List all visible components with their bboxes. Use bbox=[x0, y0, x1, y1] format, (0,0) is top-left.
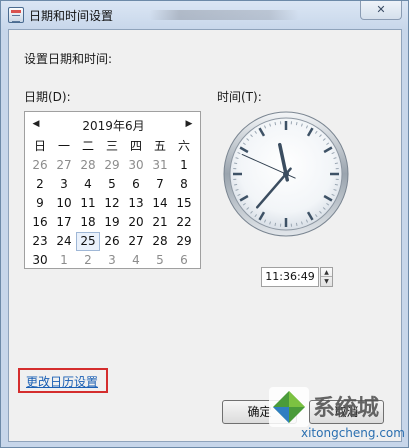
calendar: ◀ 2019年6月 ▶ 日一二三四五六 26 27 28 29 30 31 1 2 3 4 5 6 7 8 9… bbox=[24, 111, 201, 269]
cancel-button[interactable]: 取消 bbox=[309, 400, 384, 424]
calendar-day[interactable]: 13 bbox=[124, 194, 148, 213]
calendar-day[interactable]: 26 bbox=[100, 232, 124, 251]
calendar-day[interactable]: 31 bbox=[148, 156, 172, 175]
calendar-day[interactable]: 29 bbox=[100, 156, 124, 175]
date-label: 日期(D): bbox=[24, 90, 71, 104]
weekday-header: 三 bbox=[105, 139, 118, 153]
calendar-day[interactable]: 17 bbox=[52, 213, 76, 232]
calendar-day[interactable]: 9 bbox=[28, 194, 52, 213]
calendar-day[interactable]: 27 bbox=[124, 232, 148, 251]
blurred-title-text bbox=[149, 10, 299, 20]
calendar-day[interactable]: 21 bbox=[148, 213, 172, 232]
calendar-day[interactable]: 1 bbox=[172, 156, 196, 175]
calendar-icon bbox=[8, 7, 24, 23]
calendar-day[interactable]: 15 bbox=[172, 194, 196, 213]
calendar-day[interactable]: 6 bbox=[124, 175, 148, 194]
time-label: 时间(T): bbox=[217, 90, 262, 104]
calendar-day[interactable]: 28 bbox=[148, 232, 172, 251]
weekday-header: 五 bbox=[153, 139, 166, 153]
ok-button[interactable]: 确定 bbox=[222, 400, 297, 424]
arrow-right-icon: ▶ bbox=[185, 119, 193, 129]
highlight-box: 更改日历设置 bbox=[18, 368, 108, 393]
calendar-day[interactable]: 12 bbox=[100, 194, 124, 213]
clock-center bbox=[283, 171, 289, 177]
time-up-button[interactable]: ▲ bbox=[321, 268, 332, 277]
change-calendar-settings-link[interactable]: 更改日历设置 bbox=[26, 373, 98, 390]
calendar-day[interactable]: 18 bbox=[76, 213, 100, 232]
weekday-header: 日 bbox=[33, 139, 46, 153]
title-bar: 日期和时间设置 ✕ bbox=[1, 1, 408, 29]
close-icon: ✕ bbox=[376, 3, 386, 16]
calendar-day[interactable]: 3 bbox=[52, 175, 76, 194]
calendar-day[interactable]: 27 bbox=[52, 156, 76, 175]
calendar-day[interactable]: 22 bbox=[172, 213, 196, 232]
next-month-button[interactable]: ▶ bbox=[183, 117, 195, 131]
chevron-down-icon: ▼ bbox=[324, 278, 329, 285]
weekday-header: 一 bbox=[57, 139, 70, 153]
page-title: 设置日期和时间: bbox=[24, 52, 113, 66]
time-input[interactable]: 11:36:49 bbox=[261, 267, 319, 287]
weekday-header: 二 bbox=[81, 139, 94, 153]
calendar-day[interactable]: 14 bbox=[148, 194, 172, 213]
clock-minute-mark bbox=[295, 222, 298, 226]
dialog-client-area: 设置日期和时间: 日期(D): 时间(T): ◀ 2019年6月 ▶ 日一二三四… bbox=[8, 29, 402, 442]
calendar-day[interactable]: 11 bbox=[76, 194, 100, 213]
calendar-day[interactable]: 2 bbox=[76, 251, 100, 270]
calendar-day[interactable]: 29 bbox=[172, 232, 196, 251]
calendar-day[interactable]: 8 bbox=[172, 175, 196, 194]
clock-minute-mark bbox=[274, 122, 277, 126]
clock-minute-mark bbox=[234, 162, 238, 165]
date-time-settings-window: 日期和时间设置 ✕ 设置日期和时间: 日期(D): 时间(T): ◀ 2019年… bbox=[0, 0, 409, 448]
time-spinner[interactable]: ▲ ▼ bbox=[320, 267, 333, 287]
clock-minute-mark bbox=[295, 122, 298, 126]
calendar-day[interactable]: 19 bbox=[100, 213, 124, 232]
time-down-button[interactable]: ▼ bbox=[321, 277, 332, 286]
calendar-day[interactable]: 4 bbox=[124, 251, 148, 270]
clock-minute-mark bbox=[234, 183, 238, 186]
analog-clock bbox=[223, 111, 349, 237]
chevron-up-icon: ▲ bbox=[324, 269, 329, 276]
calendar-day[interactable]: 3 bbox=[100, 251, 124, 270]
weekday-header: 四 bbox=[129, 139, 142, 153]
calendar-month-title[interactable]: 2019年6月 bbox=[25, 117, 202, 134]
clock-minute-mark bbox=[334, 162, 338, 165]
clock-minute-mark bbox=[334, 183, 338, 186]
calendar-day[interactable]: 30 bbox=[124, 156, 148, 175]
calendar-grid: 日一二三四五六 26 27 28 29 30 31 1 2 3 4 5 6 7 8 9 10 11 12 13 14 15… bbox=[28, 137, 196, 270]
clock-minute-mark bbox=[274, 222, 277, 226]
calendar-day[interactable]: 20 bbox=[124, 213, 148, 232]
calendar-day[interactable]: 24 bbox=[52, 232, 76, 251]
calendar-day[interactable]: 6 bbox=[172, 251, 196, 270]
calendar-day[interactable]: 5 bbox=[100, 175, 124, 194]
calendar-day[interactable]: 2 bbox=[28, 175, 52, 194]
window-title: 日期和时间设置 bbox=[29, 9, 114, 23]
calendar-day[interactable]: 5 bbox=[148, 251, 172, 270]
calendar-day[interactable]: 25 bbox=[76, 232, 100, 251]
calendar-day[interactable]: 16 bbox=[28, 213, 52, 232]
calendar-day[interactable]: 1 bbox=[52, 251, 76, 270]
calendar-day[interactable]: 28 bbox=[76, 156, 100, 175]
calendar-day[interactable]: 10 bbox=[52, 194, 76, 213]
calendar-day[interactable]: 4 bbox=[76, 175, 100, 194]
calendar-day[interactable]: 30 bbox=[28, 251, 52, 270]
calendar-day[interactable]: 26 bbox=[28, 156, 52, 175]
weekday-header: 六 bbox=[177, 139, 190, 153]
calendar-day[interactable]: 23 bbox=[28, 232, 52, 251]
calendar-day[interactable]: 7 bbox=[148, 175, 172, 194]
close-button[interactable]: ✕ bbox=[360, 1, 402, 20]
